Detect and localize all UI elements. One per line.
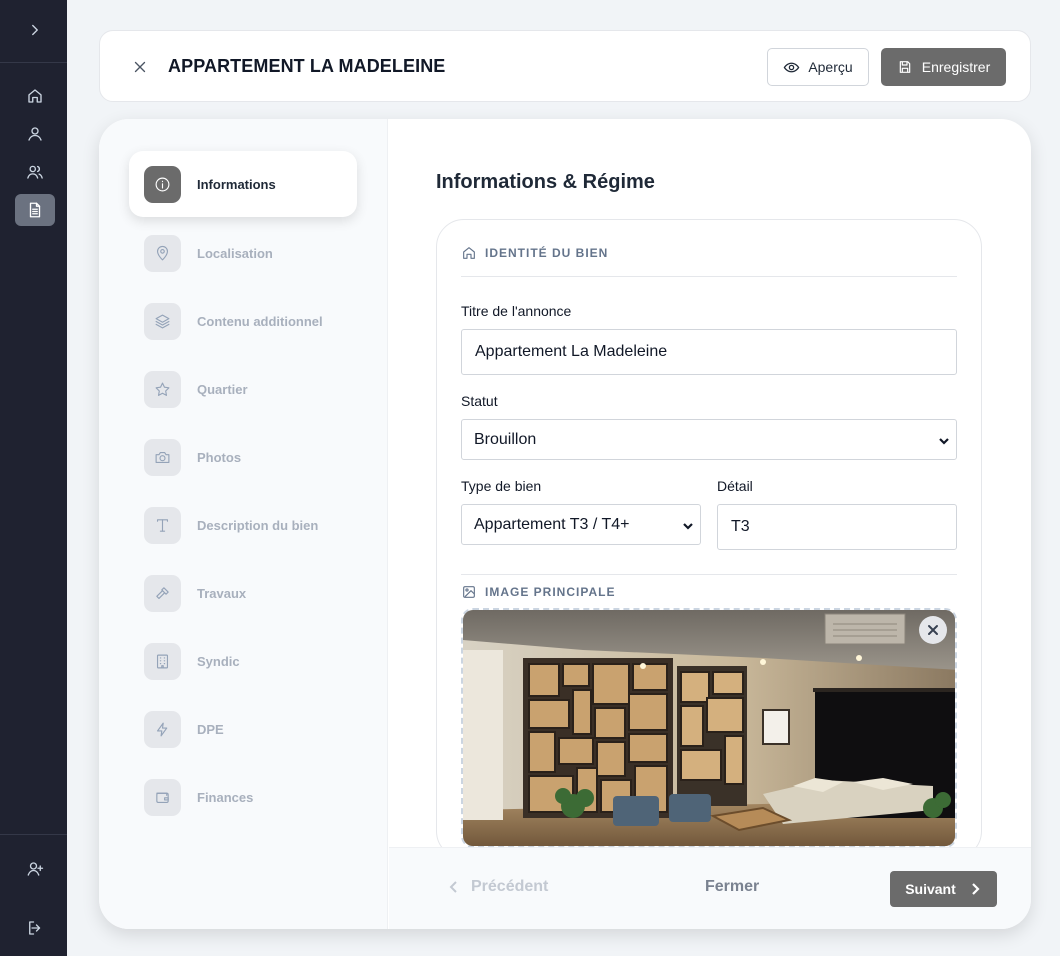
close-icon (928, 625, 938, 635)
next-button[interactable]: Suivant (890, 871, 997, 907)
page-title: APPARTEMENT LA MADELEINE (168, 56, 446, 76)
step-description[interactable]: Description du bien (129, 492, 357, 558)
step-label: Description du bien (197, 517, 319, 533)
divider (461, 574, 957, 575)
text-icon (144, 506, 181, 544)
app-rail (0, 0, 67, 956)
eye-icon (783, 62, 800, 72)
rail-divider (0, 62, 67, 63)
step-localisation[interactable]: Localisation (129, 220, 357, 286)
logout-icon[interactable] (15, 912, 55, 944)
step-label: Syndic (197, 653, 240, 669)
hammer-icon (144, 574, 181, 612)
remove-image-button[interactable] (919, 616, 947, 644)
step-label: Informations (197, 176, 276, 192)
previous-button-label: Précédent (471, 878, 549, 895)
preview-button[interactable]: Aperçu (767, 48, 869, 86)
previous-button[interactable]: Précédent (447, 878, 548, 896)
identity-heading: IDENTITÉ DU BIEN (461, 245, 608, 261)
preview-button-label: Aperçu (808, 59, 853, 75)
info-icon (144, 165, 181, 203)
save-button[interactable]: Enregistrer (881, 48, 1006, 86)
step-finances[interactable]: Finances (129, 764, 357, 830)
image-heading-label: IMAGE PRINCIPALE (485, 585, 616, 599)
close-button[interactable]: Fermer (705, 878, 759, 896)
type-select[interactable]: Appartement T3 / T4+ (461, 504, 701, 545)
step-syndic[interactable]: Syndic (129, 628, 357, 694)
status-select-value: Brouillon (474, 430, 537, 448)
title-label: Titre de l'annonce (461, 303, 572, 319)
step-label: DPE (197, 721, 224, 737)
step-label: Photos (197, 449, 242, 465)
document-icon[interactable] (15, 194, 55, 226)
detail-input[interactable]: T3 (717, 504, 957, 550)
expand-chevron-icon[interactable] (15, 14, 55, 46)
users-icon[interactable] (15, 156, 55, 188)
step-label: Quartier (197, 381, 248, 397)
save-button-label: Enregistrer (921, 59, 991, 75)
step-label: Contenu additionnel (197, 313, 323, 329)
step-photos[interactable]: Photos (129, 424, 357, 490)
step-label: Travaux (197, 585, 247, 601)
close-icon[interactable] (128, 55, 152, 79)
identity-heading-label: IDENTITÉ DU BIEN (485, 246, 609, 260)
editor-header: APPARTEMENT LA MADELEINE Aperçu Enregist… (99, 30, 1031, 102)
chevron-down-icon (682, 519, 694, 531)
building-icon (144, 642, 181, 680)
detail-label: Détail (717, 478, 753, 494)
rail-divider (0, 834, 67, 835)
save-icon (899, 61, 911, 73)
step-contenu-additionnel[interactable]: Contenu additionnel (129, 288, 357, 354)
status-label: Statut (461, 393, 498, 409)
next-button-label: Suivant (905, 881, 956, 897)
step-travaux[interactable]: Travaux (129, 560, 357, 626)
camera-icon (144, 438, 181, 476)
chevron-right-icon (972, 883, 980, 895)
step-quartier[interactable]: Quartier (129, 356, 357, 422)
step-label: Localisation (197, 245, 273, 261)
image-icon (463, 586, 475, 598)
section-title: Informations & Régime (436, 171, 655, 193)
wizard-footer: Précédent Fermer Suivant (389, 847, 1031, 929)
chevron-left-icon (449, 881, 457, 893)
form-content: Informations & Régime IDENTITÉ DU BIEN T… (389, 119, 1031, 859)
main-image-photo (463, 610, 955, 846)
home-icon (463, 247, 475, 259)
home-icon[interactable] (15, 80, 55, 112)
image-heading: IMAGE PRINCIPALE (461, 584, 615, 600)
type-label: Type de bien (461, 478, 542, 494)
divider (461, 276, 957, 277)
bolt-icon (144, 710, 181, 748)
steps-sidebar: Informations Localisation Contenu additi… (99, 119, 388, 929)
map-pin-icon (144, 234, 181, 272)
layers-icon (144, 302, 181, 340)
editor-card: Informations Localisation Contenu additi… (99, 119, 1031, 929)
identity-panel: IDENTITÉ DU BIEN Titre de l'annonce Appa… (436, 219, 982, 859)
type-select-value: Appartement T3 / T4+ (474, 515, 630, 533)
user-plus-icon[interactable] (15, 853, 55, 885)
user-icon[interactable] (15, 118, 55, 150)
status-select[interactable]: Brouillon (461, 419, 957, 460)
star-icon (144, 370, 181, 408)
chevron-down-icon (938, 434, 950, 446)
step-informations[interactable]: Informations (129, 151, 357, 217)
wallet-icon (144, 778, 181, 816)
title-input[interactable]: Appartement La Madeleine (461, 329, 957, 375)
step-label: Finances (197, 789, 254, 805)
step-dpe[interactable]: DPE (129, 696, 357, 762)
main-image-dropzone[interactable] (461, 608, 957, 848)
